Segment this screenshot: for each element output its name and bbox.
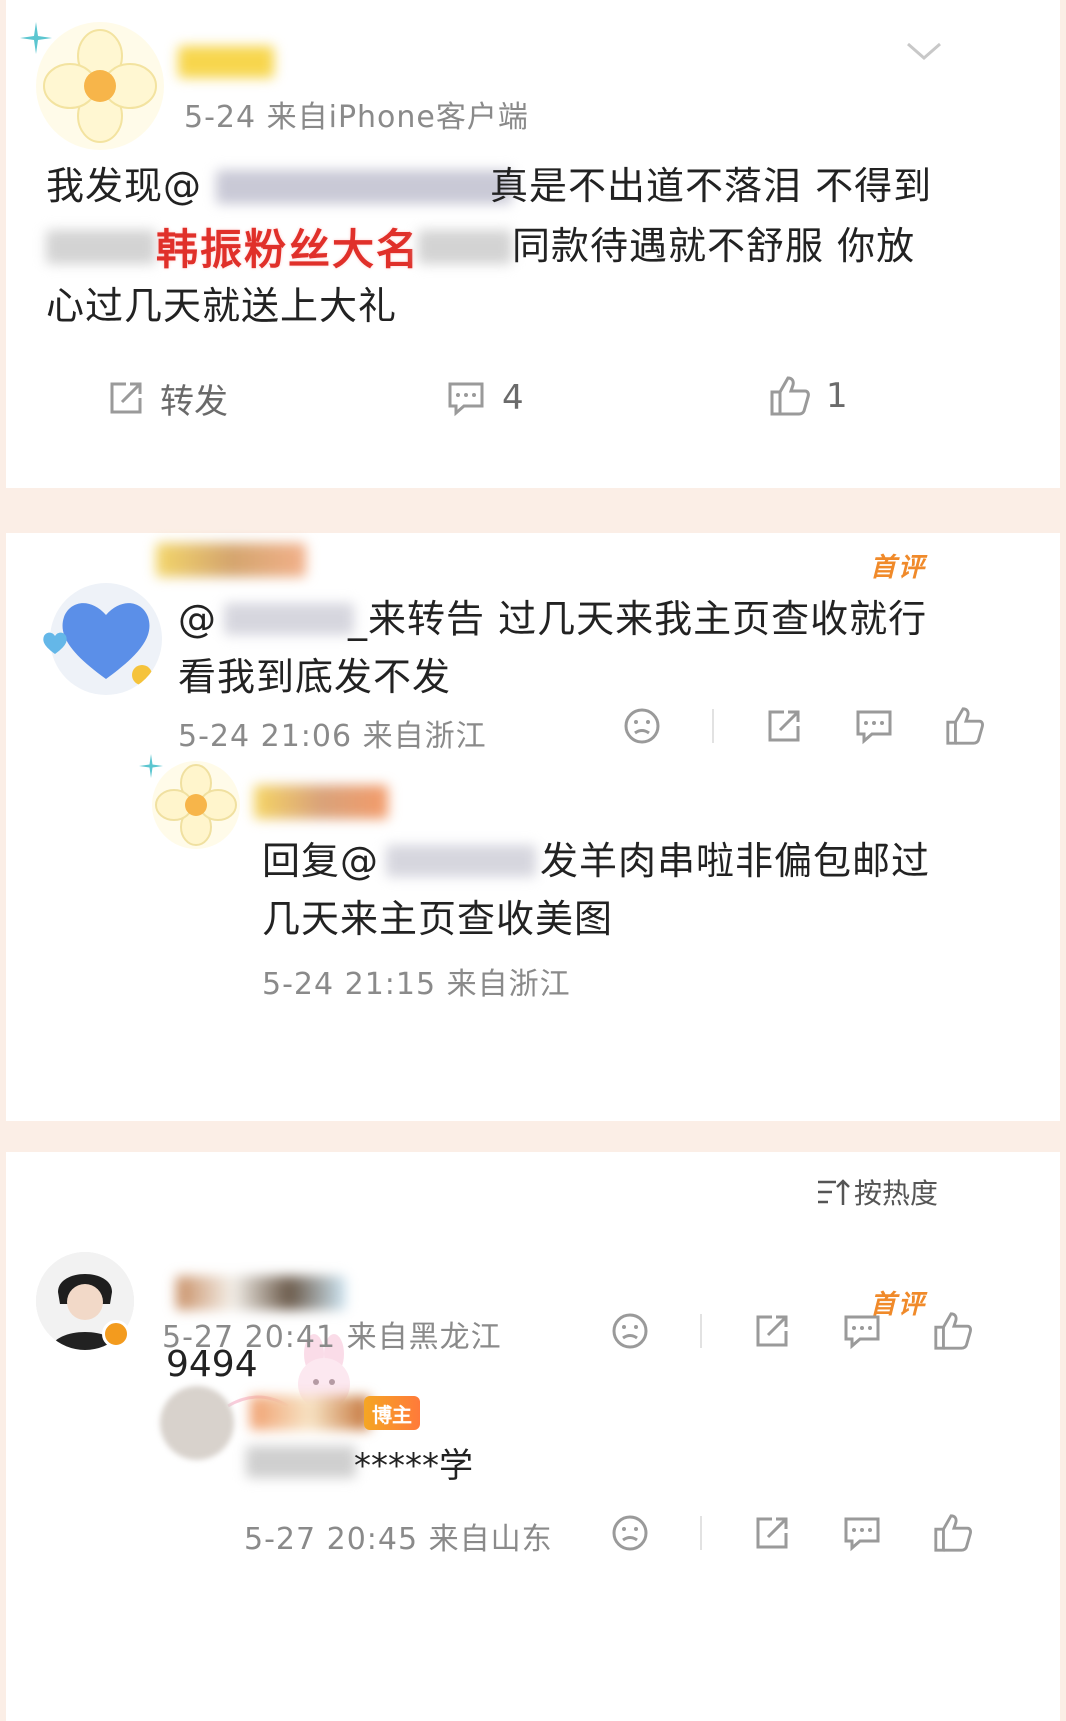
comment-count: 4 <box>502 378 524 418</box>
reply2-text-blurred <box>246 1446 356 1478</box>
verified-badge-icon <box>102 1320 130 1348</box>
small-heart-icon <box>43 632 67 654</box>
thumbs-up-icon[interactable] <box>932 1310 974 1352</box>
divider <box>712 709 714 743</box>
like-button[interactable]: 1 <box>768 370 848 422</box>
reply1-username-blurred[interactable] <box>254 785 388 819</box>
comment-button[interactable]: 4 <box>446 372 524 424</box>
post-body: 我发现@ 真是不出道不落泪 不得到 韩振粉丝大名 同款待遇就不舒服 你放 心过几… <box>46 156 1046 336</box>
post-meta: 5-24 来自iPhone客户端 <box>184 100 529 135</box>
comment1-meta: 5-24 21:06 来自浙江 <box>178 719 487 754</box>
comment-icon <box>448 382 484 417</box>
reply1-meta: 5-24 21:15 来自浙江 <box>262 967 571 1002</box>
share-icon[interactable] <box>752 1513 792 1553</box>
thumbs-up-icon[interactable] <box>944 705 986 747</box>
share-icon[interactable] <box>752 1311 792 1351</box>
divider <box>700 1314 702 1348</box>
sort-icon <box>818 1179 850 1205</box>
reply2-text: *****学 <box>354 1446 473 1486</box>
comment1-text-line1: _来转告 过几天来我主页查收就行 <box>348 597 928 641</box>
hot-comments-card: 按热度 首评 9494 5-27 20:41 来自黑龙江 博主 *****学 5… <box>6 1152 1060 1721</box>
comment2-meta: 5-27 20:41 来自黑龙江 <box>162 1320 502 1355</box>
reply2-avatar[interactable] <box>160 1386 234 1460</box>
blogger-chip: 博主 <box>364 1396 420 1430</box>
comment1-actions <box>622 705 986 747</box>
reply1-prefix: 回复@ <box>262 839 380 883</box>
reply2-username-blurred[interactable] <box>250 1396 370 1430</box>
post-username-blurred[interactable] <box>178 46 274 78</box>
share-icon[interactable] <box>764 706 804 746</box>
post-text-line1-end: 真是不出道不落泪 不得到 <box>490 164 933 208</box>
sparkle-icon <box>139 754 163 778</box>
post-text-line3: 心过几天就送上大礼 <box>46 284 398 328</box>
reply2-meta: 5-27 20:45 来自山东 <box>244 1522 553 1557</box>
reply1-body: 回复@ 发羊肉串啦非偏包邮过 几天来主页查收美图 <box>262 831 1042 947</box>
comment1-mention-blurred[interactable] <box>224 603 354 635</box>
dislike-face-icon[interactable] <box>610 1311 650 1351</box>
comment1-at: @ <box>178 597 217 641</box>
weibo-comment-screenshot: 5-24 来自iPhone客户端 我发现@ 真是不出道不落泪 不得到 韩振粉丝大… <box>0 0 1066 1721</box>
reply-icon[interactable] <box>854 706 894 746</box>
repost-label: 转发 <box>160 381 228 422</box>
chevron-down-icon[interactable] <box>904 40 944 64</box>
comment1-username-blurred[interactable] <box>156 543 306 577</box>
post-card: 5-24 来自iPhone客户端 我发现@ 真是不出道不落泪 不得到 韩振粉丝大… <box>6 0 1060 488</box>
comment-card: 首评 @ _来转告 过几天来我主页查收就行 看我到底发不发 5-24 21:06… <box>6 533 1060 1121</box>
reply1-text-line1: 发羊肉串啦非偏包邮过 <box>540 839 931 883</box>
highlight-name: 韩振粉丝大名 <box>156 225 421 274</box>
sparkle-icon <box>20 22 52 54</box>
first-comment-badge: 首评 <box>870 553 927 583</box>
reply2-actions <box>610 1512 974 1554</box>
name-blurred-left <box>46 230 156 264</box>
dislike-face-icon[interactable] <box>622 706 662 746</box>
mention-blurred[interactable] <box>216 170 512 204</box>
reply-icon[interactable] <box>842 1513 882 1553</box>
reply1-text-line2: 几天来主页查收美图 <box>262 897 614 941</box>
like-count: 1 <box>826 376 848 416</box>
reply-icon[interactable] <box>842 1311 882 1351</box>
repost-button[interactable]: 转发 <box>106 372 228 424</box>
comment1-text-line2: 看我到底发不发 <box>178 655 452 699</box>
thumbs-up-icon <box>770 376 810 416</box>
post-text-line2-end: 同款待遇就不舒服 你放 <box>512 224 916 268</box>
name-blurred-right <box>418 230 512 264</box>
comment1-body: @ _来转告 过几天来我主页查收就行 看我到底发不发 <box>178 589 1038 705</box>
post-text-line1-start: 我发现@ <box>46 164 203 208</box>
repost-icon <box>110 382 142 414</box>
thumbs-up-icon[interactable] <box>932 1512 974 1554</box>
divider <box>700 1516 702 1550</box>
comment2-actions <box>610 1310 974 1352</box>
sort-by-hot-button[interactable]: 按热度 <box>816 1172 938 1212</box>
comment2-username-blurred[interactable] <box>176 1276 346 1310</box>
dislike-face-icon[interactable] <box>610 1513 650 1553</box>
sort-label: 按热度 <box>854 1177 939 1210</box>
reply1-mention-blurred[interactable] <box>386 845 536 877</box>
